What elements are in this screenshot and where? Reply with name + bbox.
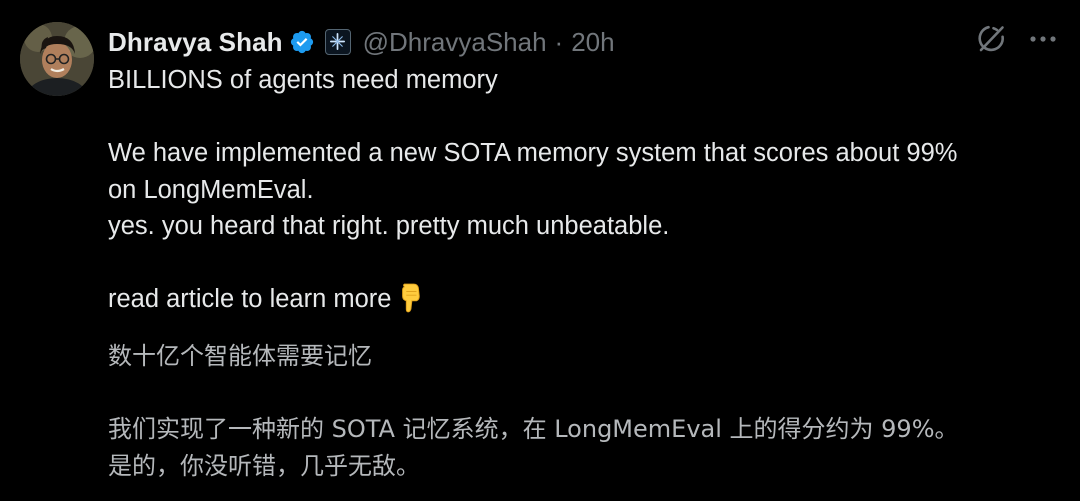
tweet-line: BILLIONS of agents need memory [108,66,498,94]
tweet-line: yes. you heard that right. pretty much u… [108,212,670,240]
pointing-down-emoji-icon [397,283,423,324]
tweet-line-with-emoji: read article to learn more [108,281,1058,324]
line-break [108,245,1058,282]
avatar[interactable] [20,22,94,96]
avatar-image [20,22,94,96]
translation-line: 数十亿个智能体需要记忆 [108,342,372,370]
translated-text: 数十亿个智能体需要记忆 我们实现了一种新的 SOTA 记忆系统，在 LongMe… [108,338,1068,484]
separator-dot: · [554,26,564,57]
translation-line: 我们实现了一种新的 SOTA 记忆系统，在 LongMemEval 上的得分约为… [108,415,959,443]
tweet-header: Dhravya Shah @DhravyaShah · 20h [108,22,615,62]
timestamp[interactable]: 20h [571,27,614,58]
line-break [108,375,1068,412]
verified-badge-icon[interactable] [289,29,315,55]
more-icon[interactable] [1028,24,1058,54]
author-name[interactable]: Dhravya Shah [108,27,283,58]
tweet-line: read article to learn more [108,285,392,313]
tweet-line: We have implemented a new SOTA memory sy… [108,139,958,167]
grok-icon[interactable] [974,22,1008,56]
tweet[interactable]: Dhravya Shah @DhravyaShah · 20h BILLIONS… [0,0,1080,501]
author-handle[interactable]: @DhravyaShah [363,27,547,58]
tweet-text: BILLIONS of agents need memory We have i… [108,62,1058,324]
affiliate-badge-icon[interactable] [324,29,351,55]
translation-line: 是的，你没听错，几乎无敌。 [108,451,420,480]
tweet-line: on LongMemEval. [108,175,314,204]
line-break [108,99,1058,136]
